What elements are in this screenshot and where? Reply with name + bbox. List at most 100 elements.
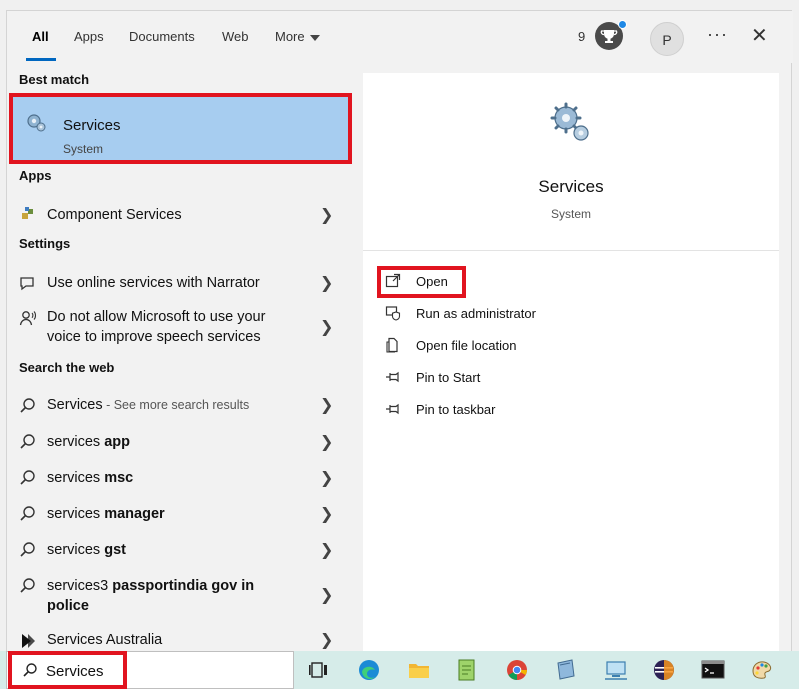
remote-desktop-icon[interactable] [603,657,629,683]
web-result-completion: passportindia gov in [112,578,255,594]
chevron-right-icon: ❯ [320,506,334,523]
tab-apps[interactable]: Apps [74,29,104,44]
web-result-completion: app [104,434,130,450]
action-label: Open file location [416,338,517,353]
narrator-icon [20,277,34,291]
annotation-highlight-search [8,651,127,689]
web-result-item[interactable]: services3 passportindia gov in police ❯ [7,569,361,621]
pin-icon [386,403,399,415]
list-item-component-services[interactable]: Component Services ❯ [7,199,361,233]
section-search-web: Search the web [19,360,115,375]
web-result-completion-line2: police [47,598,89,614]
annotation-highlight-best-match [9,93,352,164]
chevron-right-icon: ❯ [320,632,334,649]
chevron-right-icon: ❯ [320,470,334,487]
eclipse-ide-icon[interactable] [651,657,677,683]
tab-all-underline [26,58,56,61]
tab-all[interactable]: All [32,29,49,44]
search-icon [20,542,35,557]
section-best-match: Best match [19,72,90,87]
file-location-icon [386,337,398,353]
action-label: Pin to Start [416,370,481,385]
chevron-right-icon: ❯ [320,275,334,292]
more-options-icon[interactable]: ··· [707,24,728,45]
chevron-right-icon: ❯ [320,397,334,414]
preview-header: Services System [363,73,779,251]
search-icon [20,578,35,593]
notification-dot [618,20,627,29]
list-item-speech-privacy[interactable]: Do not allow Microsoft to use your voice… [7,303,361,351]
speech-icon [19,311,37,326]
chevron-down-icon [309,34,320,41]
rewards-points: 9 [578,29,586,44]
web-result-text: services app [47,434,130,450]
close-icon[interactable]: ✕ [751,23,768,48]
action-run-as-admin[interactable]: Run as administrator [385,302,685,326]
web-result-completion: gst [104,542,126,558]
web-result-item[interactable]: services app ❯ [7,425,361,459]
file-explorer-icon[interactable] [406,657,432,683]
chevron-right-icon: ❯ [320,434,334,451]
command-prompt-icon[interactable] [700,657,726,683]
preview-pane: Services System Open Run as administrato… [363,73,779,653]
web-result-prefix: services [47,542,105,558]
action-open-file-location[interactable]: Open file location [385,334,685,358]
list-item-label: Component Services [47,207,182,223]
web-result-prefix: services3 [47,578,113,594]
section-settings: Settings [19,236,71,251]
avatar[interactable]: P [650,22,684,56]
list-item-narrator[interactable]: Use online services with Narrator ❯ [7,266,361,300]
chevron-right-icon: ❯ [320,542,334,559]
web-result-text: Services Australia [47,632,163,648]
search-icon [20,470,35,485]
services-gear-icon [550,102,589,141]
section-apps: Apps [19,168,52,183]
edge-browser-icon[interactable] [356,657,382,683]
search-icon [20,434,35,449]
tab-documents[interactable]: Documents [129,29,195,44]
action-label: Run as administrator [416,306,536,321]
chevron-right-icon: ❯ [320,207,334,224]
web-result-item[interactable]: Services - See more search results ❯ [7,389,361,423]
action-label: Pin to taskbar [416,402,496,417]
web-result-text-line2: police [47,598,89,614]
list-item-label-line2: voice to improve speech services [47,329,261,345]
notepad-plus-icon[interactable] [454,657,480,683]
search-top-bar: All Apps Documents Web More 9 P ··· ✕ [7,11,793,63]
search-icon [20,506,35,521]
web-result-item[interactable]: services msc ❯ [7,461,361,495]
search-panel: All Apps Documents Web More 9 P ··· ✕ Be… [6,10,793,653]
web-result-completion: msc [104,470,134,486]
web-result-text: services3 passportindia gov in [47,578,254,594]
results-list: Best match Services System Apps Componen… [7,63,361,653]
paint-app-icon[interactable] [749,657,775,683]
list-item-label-line1: Do not allow Microsoft to use your [47,309,266,325]
web-result-completion: manager [104,506,165,522]
chevron-right-icon: ❯ [320,587,334,604]
search-icon [20,398,35,413]
web-result-text: services manager [47,506,165,522]
tab-web[interactable]: Web [222,29,249,44]
annotation-highlight-open [377,266,466,298]
web-result-hint: - See more search results [102,398,250,412]
web-result-text: services gst [47,542,126,558]
action-pin-to-taskbar[interactable]: Pin to taskbar [385,398,685,422]
pin-icon [386,371,399,383]
web-result-query: Services [47,397,103,413]
web-result-item[interactable]: services manager ❯ [7,497,361,531]
chrome-browser-icon[interactable] [504,657,530,683]
component-services-icon [22,207,33,219]
notes-app-icon[interactable] [553,657,579,683]
task-view-icon[interactable] [306,657,332,683]
preview-subtitle: System [550,207,591,221]
chevron-right-icon: ❯ [320,319,334,336]
web-result-item[interactable]: services gst ❯ [7,533,361,567]
web-result-prefix: services [47,506,105,522]
web-result-text: services msc [47,470,133,486]
web-result-prefix: services [47,470,105,486]
admin-shield-icon [385,306,401,321]
web-result-prefix: services [47,434,105,450]
tab-more[interactable]: More [275,29,320,44]
web-result-text: Services - See more search results [47,397,249,413]
action-pin-to-start[interactable]: Pin to Start [385,366,685,390]
